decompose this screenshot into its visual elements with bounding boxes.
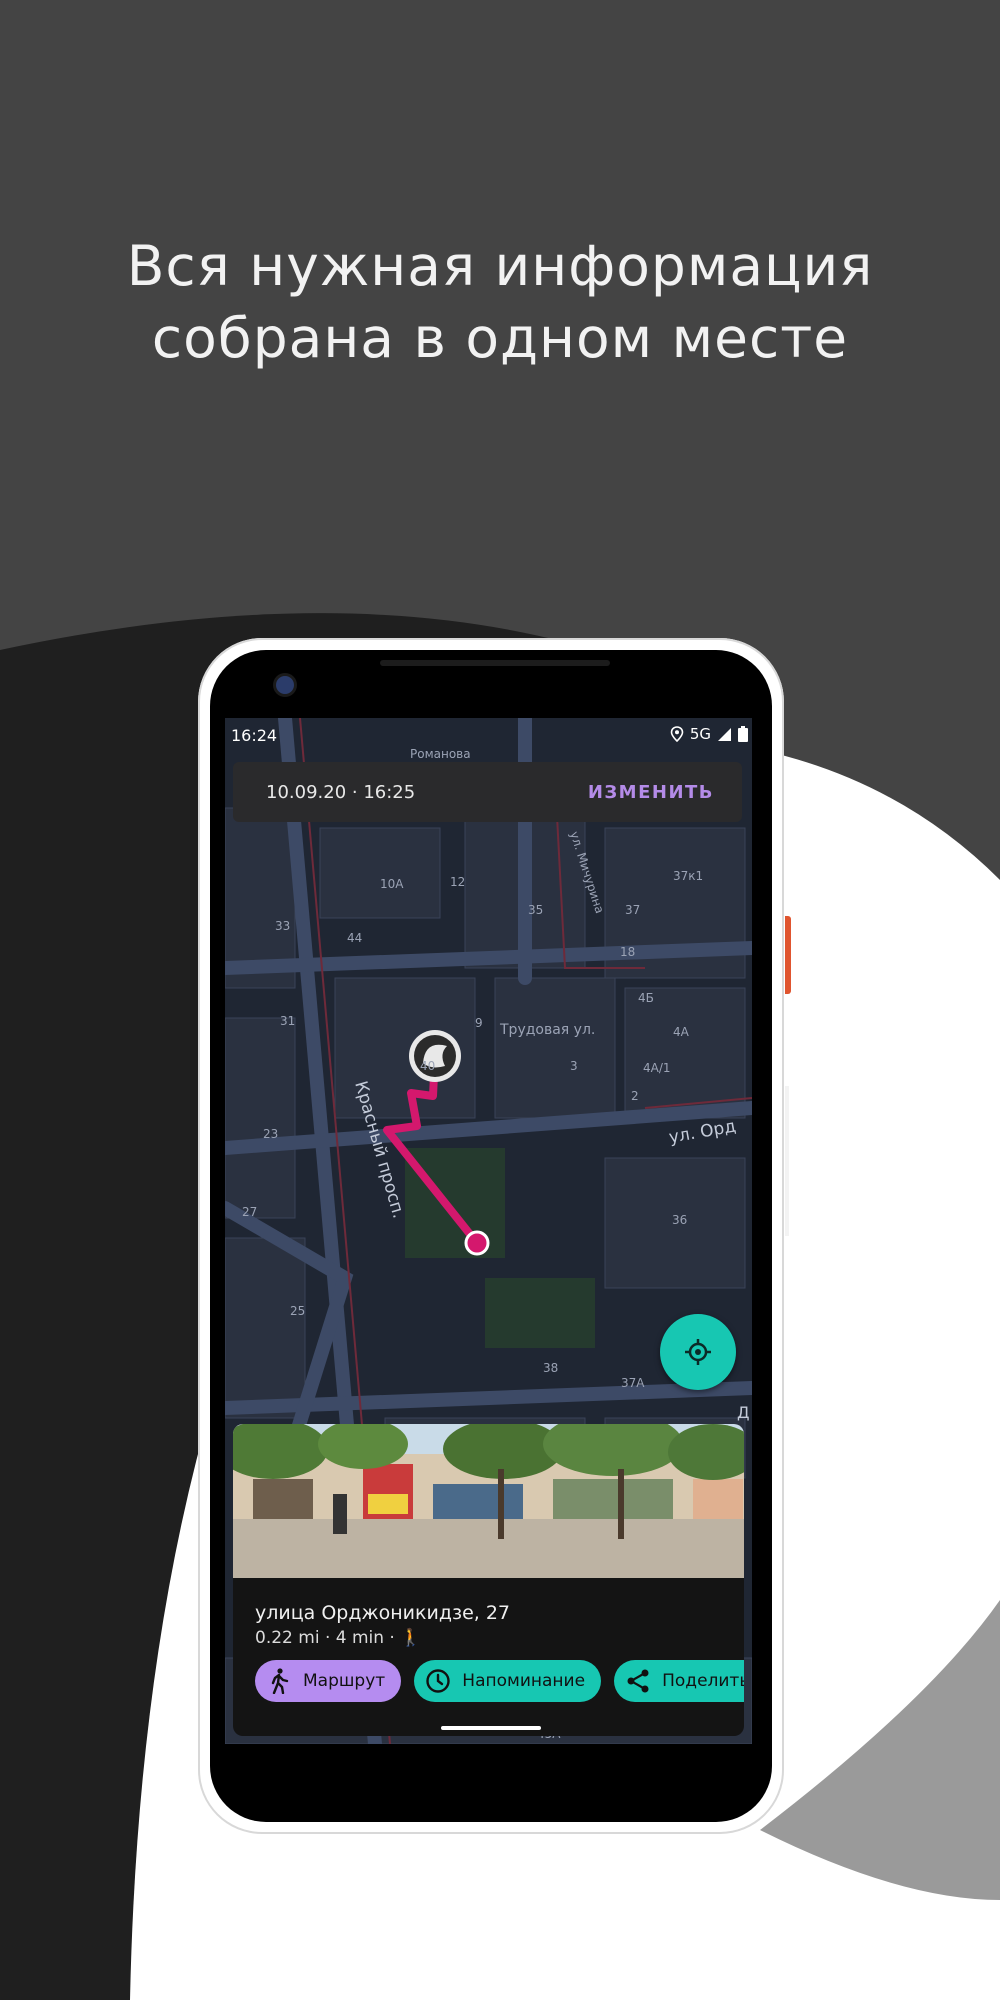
building-number: 33: [275, 919, 290, 933]
my-location-button[interactable]: [660, 1314, 736, 1390]
building-number: 37: [625, 903, 640, 917]
volume-button: [785, 1086, 789, 1236]
building-number: 35: [528, 903, 543, 917]
reminder-button[interactable]: Напоминание: [414, 1660, 602, 1702]
status-bar: 16:24 5G: [225, 718, 752, 752]
route-button[interactable]: Маршрут: [255, 1660, 402, 1702]
street-label: Д: [737, 1403, 750, 1422]
home-indicator[interactable]: [441, 1726, 541, 1730]
reminder-button-label: Напоминание: [462, 1671, 586, 1691]
walking-icon: [265, 1667, 293, 1695]
place-distance-time: 0.22 mi · 4 min · 🚶: [255, 1628, 422, 1648]
share-button[interactable]: Поделиться: [614, 1660, 744, 1702]
power-button: [785, 916, 791, 994]
building-number: 25: [290, 1304, 305, 1318]
building-number: 2: [631, 1089, 639, 1103]
phone-screen: Романова ул. Мичурина Трудовая ул. Красн…: [225, 718, 752, 1744]
street-label: Трудовая ул.: [499, 1022, 595, 1038]
building-number: 40: [420, 1059, 435, 1073]
building-number: 23: [263, 1127, 278, 1141]
building-number: 36: [672, 1213, 687, 1227]
building-number: 31: [280, 1014, 295, 1028]
place-info-card: улица Орджоникидзе, 27 0.22 mi · 4 min ·…: [233, 1424, 744, 1736]
battery-icon: [738, 726, 748, 742]
building-number: 4А/1: [643, 1061, 671, 1075]
building-number: 4Б: [638, 991, 654, 1005]
building-number: 37А: [621, 1376, 645, 1390]
status-icons: 5G: [670, 725, 748, 743]
share-icon: [624, 1667, 652, 1695]
headline-line-1: Вся нужная информация: [126, 234, 874, 298]
network-type: 5G: [689, 725, 711, 743]
building-number: 3: [570, 1059, 578, 1073]
building-number: 44: [347, 931, 362, 945]
status-time: 16:24: [231, 726, 278, 745]
date-time-card: 10.09.20 · 16:25 ИЗМЕНИТЬ: [233, 762, 742, 822]
share-button-label: Поделиться: [662, 1671, 744, 1691]
front-camera: [276, 676, 294, 694]
building-number: 38: [543, 1361, 558, 1375]
building-number: 18: [620, 945, 635, 959]
building-number: 10А: [380, 877, 404, 891]
action-chips: Маршрут Напоминание Поделиться: [255, 1660, 744, 1706]
change-date-button[interactable]: ИЗМЕНИТЬ: [588, 782, 714, 803]
building-number: 12: [450, 875, 465, 889]
route-button-label: Маршрут: [303, 1671, 386, 1691]
place-address: улица Орджоникидзе, 27: [255, 1602, 511, 1624]
building-number: 37к1: [673, 869, 703, 883]
selected-date-time: 10.09.20 · 16:25: [266, 782, 416, 803]
headline: Вся нужная информация собрана в одном ме…: [0, 230, 1000, 374]
building-number: 27: [242, 1205, 257, 1219]
signal-icon: [718, 727, 731, 741]
earpiece-speaker: [380, 660, 610, 666]
street-photo[interactable]: [233, 1424, 744, 1578]
crosshair-icon: [685, 1339, 711, 1365]
location-icon: [670, 726, 684, 742]
headline-line-2: собрана в одном месте: [151, 306, 849, 370]
building-number: 9: [475, 1016, 483, 1030]
building-number: 4А: [673, 1025, 690, 1039]
clock-icon: [424, 1667, 452, 1695]
